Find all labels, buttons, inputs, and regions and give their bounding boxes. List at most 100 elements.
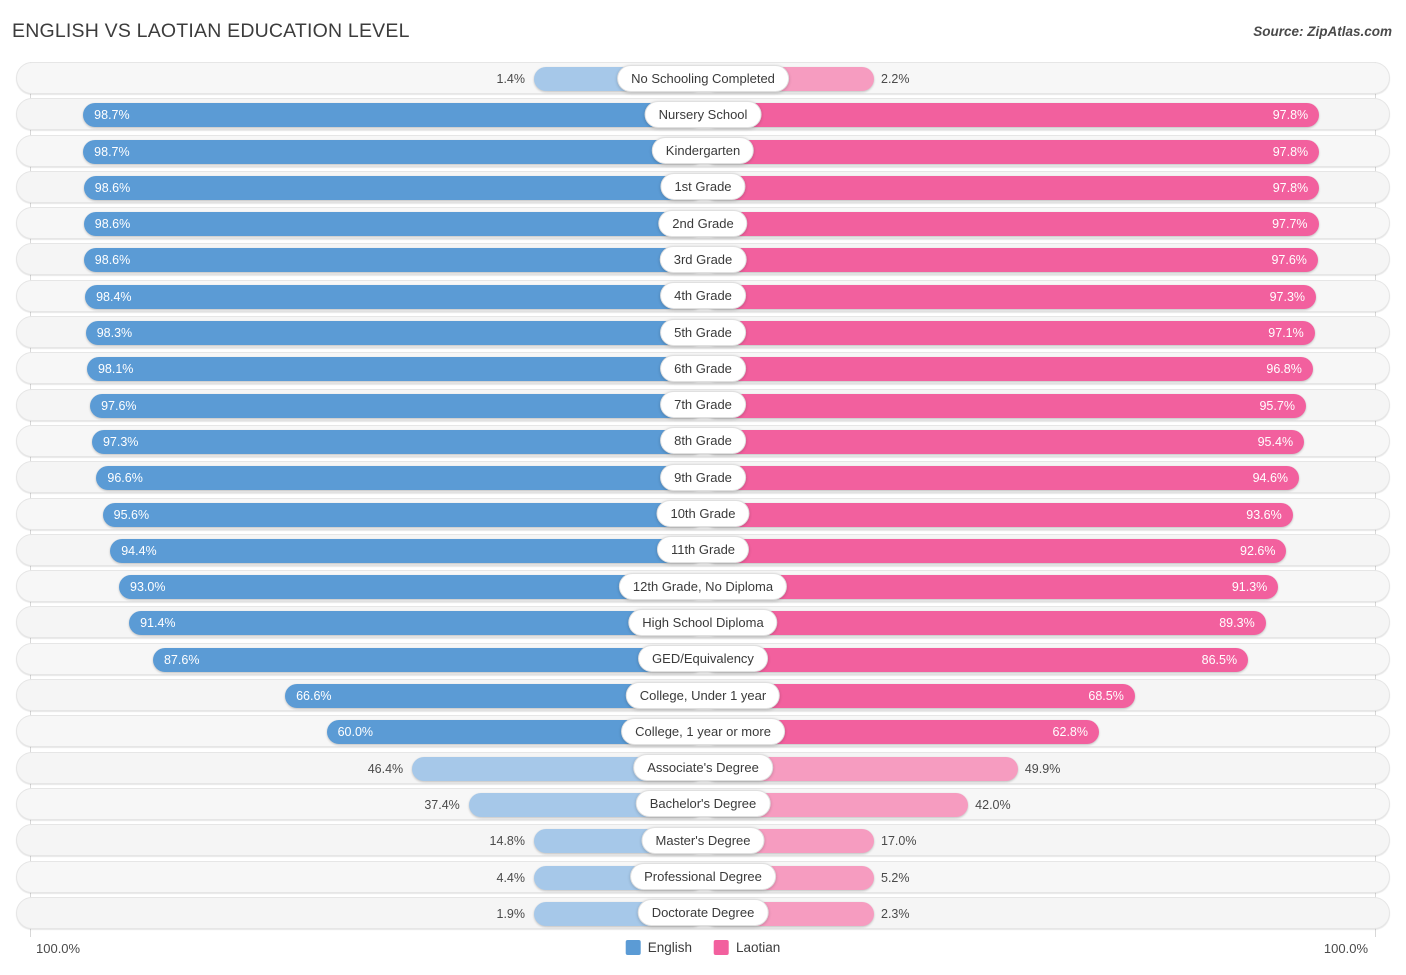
bar-value-laotian: 97.1% <box>1268 326 1304 341</box>
bar-value-english: 95.6% <box>113 507 150 522</box>
bar-value-laotian: 86.5% <box>1201 652 1238 667</box>
category-label: High School Diploma <box>628 608 778 636</box>
category-label: Doctorate Degree <box>637 899 769 927</box>
bar-laotian: 94.6% <box>704 466 1300 491</box>
bar-value-english: 1.4% <box>496 72 526 86</box>
category-label: 10th Grade <box>656 500 750 528</box>
bar-value-english: 98.3% <box>96 326 133 341</box>
bar-value-laotian: 95.4% <box>1257 434 1294 449</box>
category-label: 3rd Grade <box>659 245 747 273</box>
bar-row: 95.6% 93.6% 10th Grade <box>0 497 1406 530</box>
axis-label-left-max: 100.0% <box>36 941 81 956</box>
bar-row: 98.7% 97.8% Nursery School <box>0 98 1406 131</box>
category-label: Master's Degree <box>641 826 765 854</box>
bar-english: 95.6% <box>102 502 704 527</box>
bar-row: 98.7% 97.8% Kindergarten <box>0 134 1406 167</box>
bar-english: 94.4% <box>110 538 704 563</box>
bar-laotian: 97.3% <box>704 284 1317 309</box>
chart-header: ENGLISH VS LAOTIAN EDUCATION LEVEL Sourc… <box>0 0 1406 62</box>
bar-value-laotian: 5.2% <box>881 870 910 885</box>
bar-laotian: 97.1% <box>704 321 1315 346</box>
bar-value-english: 98.7% <box>94 144 130 159</box>
bar-value-laotian: 49.9% <box>1024 761 1061 776</box>
legend-item[interactable]: English <box>625 940 692 955</box>
category-label: 2nd Grade <box>658 209 748 237</box>
bar-value-laotian: 97.3% <box>1269 289 1306 304</box>
category-label: GED/Equivalency <box>638 645 768 673</box>
bar-row: 46.4% 49.9% Associate's Degree <box>0 751 1406 784</box>
bar-value-english: 46.4% <box>367 761 404 776</box>
bar-row: 94.4% 92.6% 11th Grade <box>0 533 1406 566</box>
bar-english: 98.7% <box>83 139 704 164</box>
category-label: Associate's Degree <box>633 754 773 782</box>
category-label: 6th Grade <box>660 354 746 382</box>
category-label: College, Under 1 year <box>625 681 781 709</box>
legend-item[interactable]: Laotian <box>713 940 781 955</box>
bar-value-laotian: 2.3% <box>881 906 910 921</box>
bar-row: 87.6% 86.5% GED/Equivalency <box>0 642 1406 675</box>
category-label: 1st Grade <box>660 173 746 201</box>
bar-value-english: 91.4% <box>140 616 176 631</box>
bar-english: 97.3% <box>91 429 704 454</box>
bar-row: 60.0% 62.8% College, 1 year or more <box>0 715 1406 748</box>
bar-value-laotian: 97.8% <box>1272 108 1309 123</box>
bar-laotian: 86.5% <box>704 647 1249 672</box>
bar-value-laotian: 62.8% <box>1052 725 1088 740</box>
bar-value-english: 94.4% <box>121 543 157 558</box>
category-label: 4th Grade <box>660 282 746 310</box>
bar-row: 98.6% 97.6% 3rd Grade <box>0 243 1406 276</box>
bar-row: 97.3% 95.4% 8th Grade <box>0 424 1406 457</box>
bar-row: 14.8% 17.0% Master's Degree <box>0 824 1406 857</box>
bar-row: 98.3% 97.1% 5th Grade <box>0 316 1406 349</box>
bar-row: 98.6% 97.7% 2nd Grade <box>0 207 1406 240</box>
chart-plot-area: 1.4% 2.2% No Schooling Completed 98.7% 97.8%… <box>0 62 1406 937</box>
bar-laotian: 97.6% <box>704 248 1318 273</box>
bar-english: 98.1% <box>86 357 704 382</box>
bar-value-english: 4.4% <box>496 870 526 885</box>
bar-value-laotian: 97.8% <box>1272 180 1309 195</box>
legend-swatch-icon <box>625 940 641 955</box>
bar-english: 98.6% <box>83 175 704 200</box>
bar-value-laotian: 68.5% <box>1088 689 1124 704</box>
bar-laotian: 97.7% <box>704 212 1319 237</box>
bar-row: 98.1% 96.8% 6th Grade <box>0 352 1406 385</box>
bar-laotian: 93.6% <box>704 502 1293 527</box>
chart-page: ENGLISH VS LAOTIAN EDUCATION LEVEL Sourc… <box>0 0 1406 975</box>
bar-value-laotian: 92.6% <box>1240 543 1276 558</box>
bar-row: 96.6% 94.6% 9th Grade <box>0 461 1406 494</box>
bar-value-english: 96.6% <box>107 471 143 486</box>
bar-laotian: 92.6% <box>704 538 1287 563</box>
bar-laotian: 95.7% <box>704 393 1306 418</box>
bar-value-laotian: 93.6% <box>1246 507 1282 522</box>
bar-value-english: 97.3% <box>102 434 139 449</box>
category-label: 11th Grade <box>656 536 750 564</box>
category-label: 9th Grade <box>660 463 746 491</box>
bar-value-english: 97.6% <box>101 398 137 413</box>
bar-value-laotian: 97.8% <box>1272 144 1309 159</box>
bar-row: 37.4% 42.0% Bachelor's Degree <box>0 787 1406 820</box>
bar-row: 1.4% 2.2% No Schooling Completed <box>0 62 1406 94</box>
bar-laotian: 91.3% <box>704 575 1279 600</box>
category-label: Bachelor's Degree <box>635 790 771 818</box>
bar-value-laotian: 96.8% <box>1266 362 1302 377</box>
bar-laotian: 95.4% <box>704 429 1305 454</box>
bar-row: 97.6% 95.7% 7th Grade <box>0 388 1406 421</box>
bar-value-english: 37.4% <box>424 797 460 812</box>
legend-label: Laotian <box>735 940 781 955</box>
bar-value-laotian: 17.0% <box>881 834 917 849</box>
bar-row: 1.9% 2.3% Doctorate Degree <box>0 896 1406 929</box>
bar-row: 98.4% 97.3% 4th Grade <box>0 279 1406 312</box>
bar-value-english: 87.6% <box>163 652 200 667</box>
bar-english: 98.4% <box>85 284 704 309</box>
bar-value-laotian: 94.6% <box>1252 471 1289 486</box>
bar-english: 98.6% <box>83 212 704 237</box>
bar-laotian: 97.8% <box>704 175 1320 200</box>
bar-english: 96.6% <box>96 466 704 491</box>
bar-value-english: 93.0% <box>130 580 166 595</box>
bar-english: 97.6% <box>90 393 704 418</box>
bar-value-english: 14.8% <box>489 834 525 849</box>
bar-laotian: 97.8% <box>704 103 1320 128</box>
category-label: Nursery School <box>644 100 762 128</box>
legend-swatch-icon <box>713 940 729 955</box>
bar-row: 66.6% 68.5% College, Under 1 year <box>0 679 1406 712</box>
